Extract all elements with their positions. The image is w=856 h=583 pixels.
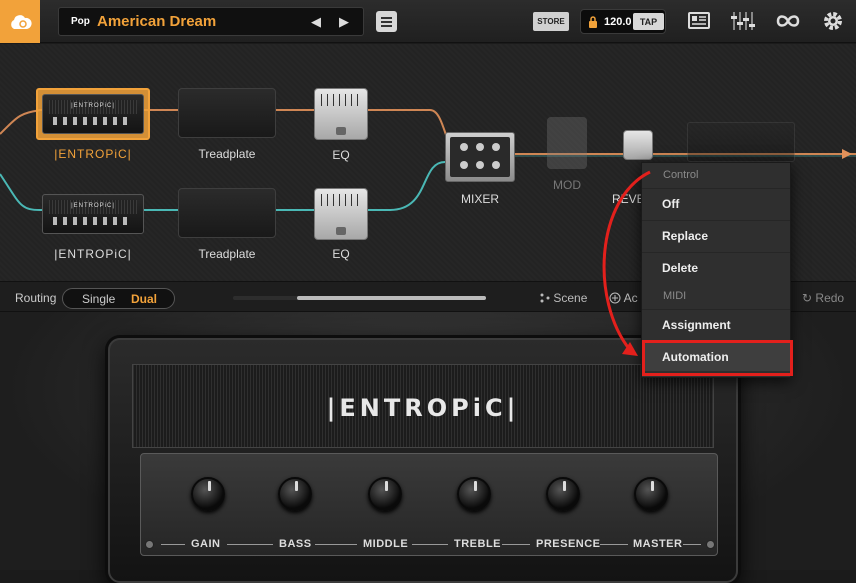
scene-button[interactable]: Scene xyxy=(540,291,587,305)
amp-brand-logo: |ENTROPiC| xyxy=(326,394,520,422)
routing-dual-option[interactable]: Dual xyxy=(131,292,157,306)
mod-label: MOD xyxy=(553,178,581,192)
add-button[interactable]: Ac xyxy=(609,291,638,305)
amp-module-bottom[interactable]: |ENTROPiC| xyxy=(42,194,144,234)
add-label: Ac xyxy=(623,291,638,305)
preset-selector[interactable]: Pop American Dream ◀ ▶ xyxy=(58,7,364,36)
treble-knob-group xyxy=(437,459,507,534)
amp-thumbnail-brand: |ENTROPiC| xyxy=(71,103,115,109)
mixer-module[interactable] xyxy=(445,132,515,182)
control-section-header: Control xyxy=(663,169,699,181)
bass-label: BASS xyxy=(279,538,312,550)
previous-preset-icon[interactable]: ◀ xyxy=(311,14,321,30)
bass-knob-group xyxy=(258,459,328,534)
treble-knob[interactable] xyxy=(457,477,491,511)
master-knob[interactable] xyxy=(634,477,668,511)
tempo-control[interactable]: 120.0 TAP xyxy=(580,9,666,34)
gain-knob[interactable] xyxy=(191,477,225,511)
settings-gear-icon[interactable] xyxy=(822,10,844,32)
middle-knob[interactable] xyxy=(368,477,402,511)
mod-slot[interactable] xyxy=(547,117,587,169)
treble-label: TREBLE xyxy=(454,538,501,550)
rack-slot[interactable] xyxy=(687,122,795,162)
amp-thumbnail-brand: |ENTROPiC| xyxy=(71,203,115,209)
redo-button[interactable]: ↻ Redo xyxy=(802,291,844,305)
eq-label-top: EQ xyxy=(332,148,350,162)
midi-section-header: MIDI xyxy=(663,290,687,302)
amp-label-bottom: |ENTROPiC| xyxy=(54,247,132,261)
top-bar: Pop American Dream ◀ ▶ STORE 120.0 TAP xyxy=(0,0,856,43)
tempo-value: 120.0 xyxy=(604,16,632,28)
routing-toggle[interactable]: Single Dual xyxy=(62,288,175,309)
presence-knob[interactable] xyxy=(546,477,580,511)
store-button[interactable]: STORE xyxy=(533,12,569,31)
master-label: MASTER xyxy=(633,538,683,550)
hamburger-menu-icon[interactable] xyxy=(376,11,397,32)
mixer-levels-icon[interactable] xyxy=(731,10,755,32)
amp-control-panel: GAIN BASS MIDDLE TREBLE PRESENCE MASTER xyxy=(140,453,718,556)
amp-thumbnail: |ENTROPiC| xyxy=(42,94,144,134)
presence-knob-group xyxy=(526,459,596,534)
master-knob-group xyxy=(614,459,684,534)
gain-knob-group xyxy=(171,459,241,534)
routing-label: Routing xyxy=(15,291,57,305)
scene-dots-icon xyxy=(540,293,550,303)
routing-single-option[interactable]: Single xyxy=(82,292,115,306)
amp-label-top: |ENTROPiC| xyxy=(54,147,132,161)
preset-category: Pop xyxy=(71,16,90,27)
menu-item-off[interactable]: Off xyxy=(642,188,790,218)
cabinet-label-bottom: Treadplate xyxy=(198,247,256,261)
lock-icon[interactable] xyxy=(588,16,598,28)
cabinet-module-top[interactable] xyxy=(178,88,276,138)
tap-tempo-button[interactable]: TAP xyxy=(633,13,664,30)
scene-label: Scene xyxy=(553,291,588,305)
loop-infinity-icon[interactable] xyxy=(775,10,801,32)
chain-scrollbar-thumb[interactable] xyxy=(297,296,486,300)
reverb-pedal[interactable] xyxy=(623,130,653,160)
menu-item-replace[interactable]: Replace xyxy=(642,220,790,250)
amp-module-top[interactable]: |ENTROPiC| xyxy=(36,88,150,140)
presence-label: PRESENCE xyxy=(536,538,601,550)
amp-grill: |ENTROPiC| xyxy=(132,364,714,448)
add-circle-icon xyxy=(609,292,621,304)
cloud-logo-icon[interactable] xyxy=(0,0,40,43)
cabinet-module-bottom[interactable] xyxy=(178,188,276,238)
menu-item-delete[interactable]: Delete xyxy=(642,252,790,282)
middle-label: MIDDLE xyxy=(363,538,409,550)
eq-pedal-bottom[interactable] xyxy=(314,188,368,240)
redo-label: Redo xyxy=(815,291,845,305)
mixer-label: MIXER xyxy=(460,192,499,206)
automation-highlight-box xyxy=(642,340,793,376)
eq-label-bottom: EQ xyxy=(332,247,350,261)
bass-knob[interactable] xyxy=(278,477,312,511)
panel-screw xyxy=(145,540,154,549)
panel-screw xyxy=(706,540,715,549)
preset-name: American Dream xyxy=(97,13,217,30)
preset-info-icon[interactable] xyxy=(688,10,710,32)
redo-icon: ↻ xyxy=(802,291,813,305)
middle-knob-group xyxy=(348,459,418,534)
next-preset-icon[interactable]: ▶ xyxy=(339,14,349,30)
cabinet-label-top: Treadplate xyxy=(198,147,256,161)
gain-label: GAIN xyxy=(191,538,221,550)
menu-item-assignment[interactable]: Assignment xyxy=(642,309,790,339)
eq-pedal-top[interactable] xyxy=(314,88,368,140)
chain-scrollbar[interactable] xyxy=(233,296,486,300)
